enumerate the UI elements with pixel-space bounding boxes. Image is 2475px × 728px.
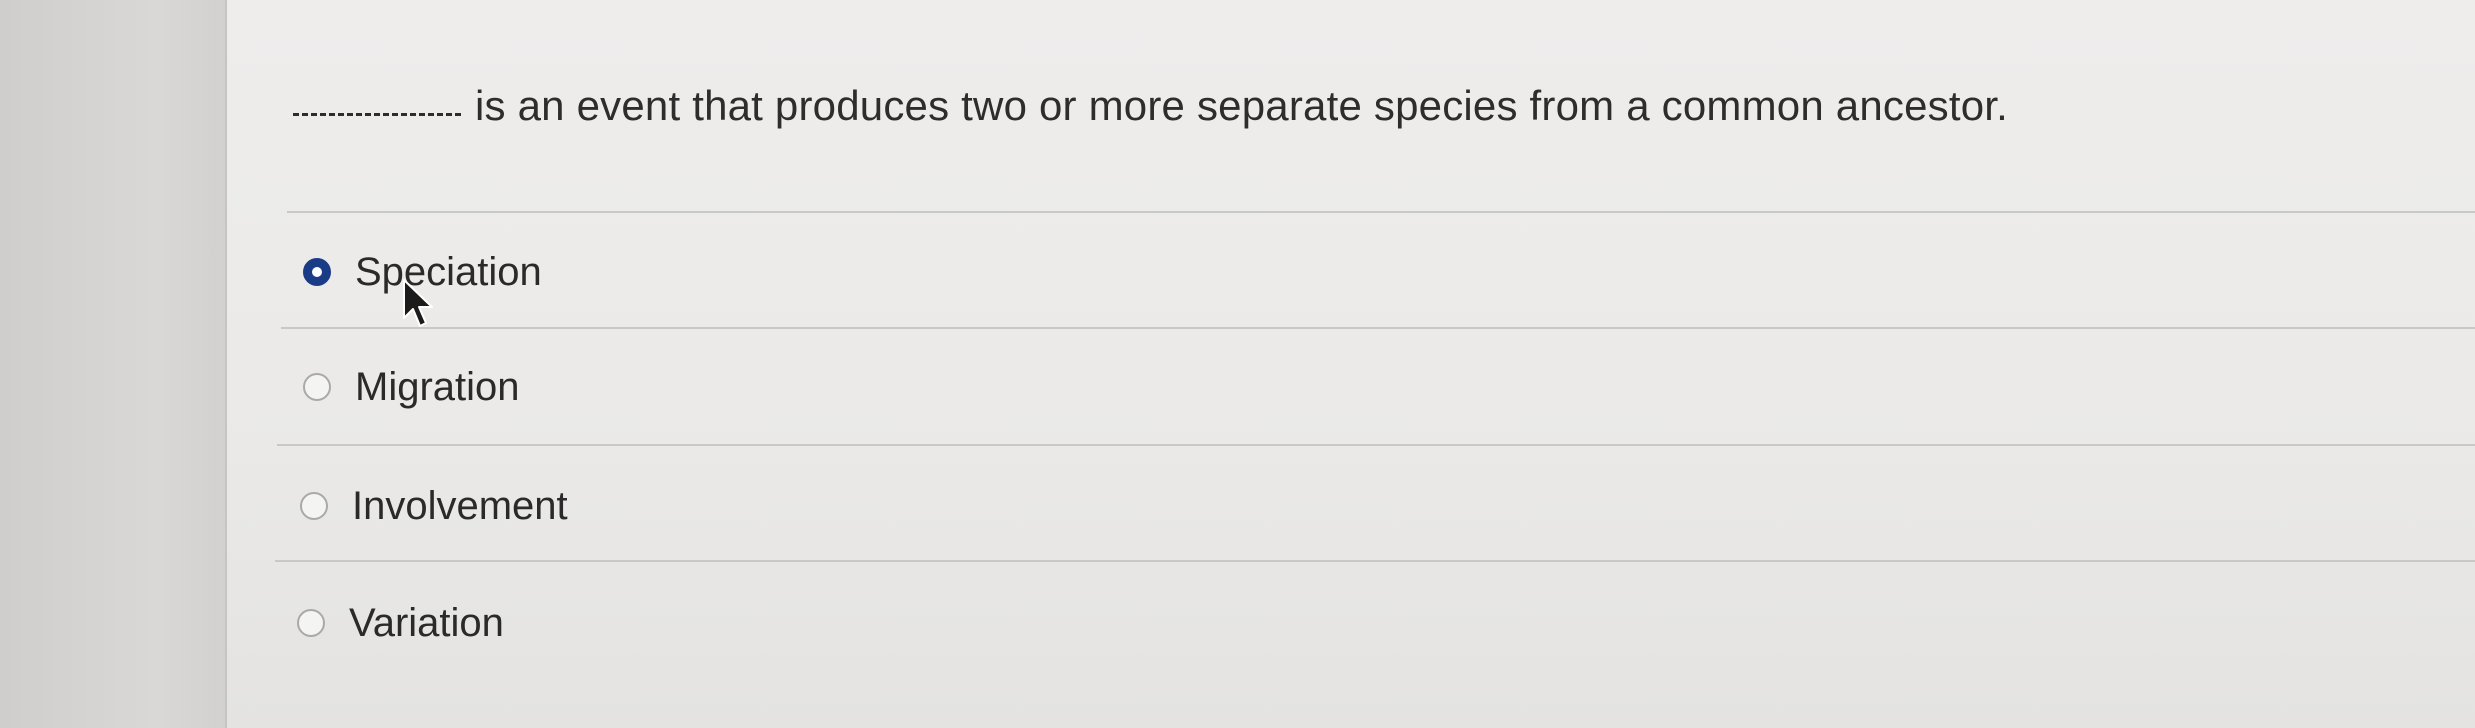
divider bbox=[287, 211, 2475, 213]
divider bbox=[281, 327, 2475, 329]
left-gutter bbox=[0, 0, 227, 728]
option-label: Involvement bbox=[352, 483, 568, 528]
option-migration[interactable]: Migration bbox=[303, 357, 520, 417]
divider bbox=[275, 560, 2475, 562]
mouse-pointer-icon bbox=[403, 279, 433, 327]
question-text: is an event that produces two or more se… bbox=[293, 82, 2008, 130]
question-prompt: is an event that produces two or more se… bbox=[475, 82, 2009, 129]
option-involvement[interactable]: Involvement bbox=[300, 476, 568, 536]
divider bbox=[277, 444, 2475, 446]
question-blank bbox=[293, 113, 461, 116]
radio-button[interactable] bbox=[303, 373, 331, 401]
option-label: Migration bbox=[355, 364, 520, 409]
radio-button[interactable] bbox=[300, 492, 328, 520]
option-variation[interactable]: Variation bbox=[297, 593, 504, 653]
option-label: Speciation bbox=[355, 249, 542, 294]
radio-button-selected[interactable] bbox=[303, 258, 331, 286]
option-label: Variation bbox=[349, 600, 504, 645]
radio-button[interactable] bbox=[297, 609, 325, 637]
question-panel: is an event that produces two or more se… bbox=[227, 0, 2475, 728]
